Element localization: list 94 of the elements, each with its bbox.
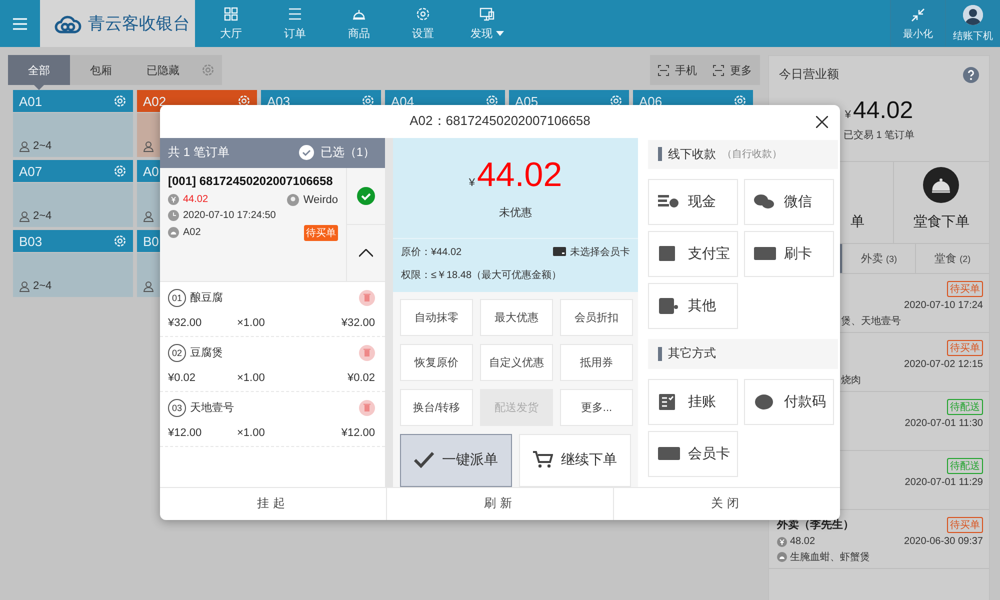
original-price: 原价：¥44.02 — [401, 246, 462, 258]
toolbar-button[interactable]: 手机 — [650, 55, 705, 85]
filter-tab[interactable]: 包厢 — [70, 55, 132, 85]
payment-method-button[interactable]: 微信 — [744, 179, 834, 225]
table-name: A02 — [143, 94, 166, 108]
order-card[interactable]: [001] 68172450202007106658 44.02 Weirdo 2020-07-10 17:24:50 A02 待买单 — [160, 168, 385, 282]
table-name: A01 — [19, 94, 42, 108]
dine-in-order-button[interactable]: 堂食下单 — [894, 162, 989, 243]
order-amount: 44.02 — [183, 194, 208, 205]
discount-button[interactable]: 自定义优惠 — [480, 344, 553, 380]
selected-count: 已选（1） — [320, 144, 375, 161]
payment-method-button[interactable]: 付款码 — [744, 378, 834, 424]
status-tag: 待买单 — [304, 224, 338, 240]
item-price: ¥32.00 — [168, 316, 203, 328]
minimize-button[interactable]: 最小化 — [890, 0, 945, 47]
order-time: 2020-06-30 09:37 — [904, 536, 983, 547]
order-time: 2020-07-10 17:24 — [904, 300, 983, 311]
footer-button[interactable]: 关闭 — [613, 488, 840, 520]
discount-button[interactable]: 自动抹零 — [400, 298, 473, 336]
panel-title: 今日营业额 — [779, 66, 839, 83]
item-name: 酿豆腐 — [190, 290, 223, 305]
toolbar-button[interactable]: 更多 — [705, 55, 760, 85]
payment-method-button[interactable]: 现金 — [648, 179, 738, 225]
nav-item[interactable]: 设置 — [391, 0, 455, 47]
section-header: 其它方式 — [648, 339, 838, 368]
item-quantity: ×1.00 — [237, 426, 266, 438]
dispatch-button[interactable]: 一键派单 — [400, 434, 512, 486]
table-capacity: 2~4 — [33, 140, 52, 152]
status-tag: 待配送 — [947, 458, 983, 474]
status-tag: 待配送 — [947, 399, 983, 415]
order-amount: 48.02 — [790, 536, 816, 547]
table-name: A02 — [183, 227, 201, 238]
currency-symbol: ¥ — [844, 109, 852, 121]
item-price: ¥0.02 — [168, 372, 197, 384]
discount-button[interactable]: 恢复原价 — [400, 344, 473, 380]
table-name: A07 — [19, 164, 42, 178]
table-name: B0 — [143, 234, 159, 248]
payment-method-button[interactable]: 会员卡 — [648, 430, 738, 476]
order-time: 2020-07-01 11:29 — [904, 477, 983, 488]
customer-name: Weirdo — [303, 194, 338, 206]
item-total: ¥0.02 — [346, 372, 375, 384]
payment-method-button[interactable]: 刷卡 — [744, 231, 834, 277]
discount-limit: 权限：≤￥18.48（最大可优惠金额） — [401, 268, 563, 282]
item-number: 02 — [168, 344, 186, 362]
payment-method-button[interactable]: 支付宝 — [648, 231, 738, 277]
filter-tab[interactable]: 已隐藏 — [132, 55, 194, 85]
section-header: 线下收款 （自行收款） — [648, 140, 838, 169]
member-card-link[interactable]: 未选择会员卡 — [570, 244, 630, 258]
order-time: 2020-07-01 11:30 — [904, 418, 983, 429]
continue-order-button[interactable]: 继续下单 — [519, 434, 631, 486]
dialog-title: A02：68172450202007106658 — [410, 112, 590, 130]
nav-item[interactable]: 订单 — [263, 0, 327, 47]
app-name: 青云客收银台 — [88, 13, 190, 35]
discount-button[interactable]: 更多... — [560, 388, 633, 426]
revenue-amount: 44.02 — [853, 97, 914, 125]
order-time: 2020-07-10 17:24:50 — [183, 210, 276, 220]
order-time: 2020-07-02 12:15 — [904, 359, 983, 370]
nav-item[interactable]: 大厅 — [199, 0, 263, 47]
status-tag: 待买单 — [947, 340, 983, 356]
order-items: 生腌血蚶、虾蟹煲 — [790, 550, 870, 564]
discount-note: 未优惠 — [499, 206, 532, 220]
nav-item[interactable]: 商品 — [327, 0, 391, 47]
order-summary: 共 1 笔订单 — [168, 144, 230, 161]
order-items: 煲、天地壹号 — [841, 314, 901, 328]
item-quantity: ×1.00 — [237, 316, 266, 328]
footer-button[interactable]: 刷新 — [386, 488, 613, 520]
payable-amount: 44.02 — [477, 156, 562, 194]
order-items: 烧肉 — [841, 374, 861, 387]
item-name: 豆腐煲 — [190, 346, 223, 360]
nav-item[interactable]: 发现 — [455, 0, 519, 47]
status-tag: 待买单 — [947, 281, 983, 297]
item-total: ¥32.00 — [340, 316, 375, 328]
discount-button[interactable]: 会员折扣 — [560, 298, 633, 336]
table-name: A0 — [143, 164, 159, 178]
item-quantity: ×1.00 — [237, 372, 266, 384]
table-capacity: 2~4 — [33, 210, 52, 222]
item-total: ¥12.00 — [340, 426, 375, 438]
footer-button[interactable]: 挂起 — [160, 488, 386, 520]
currency-symbol: ¥ — [468, 176, 476, 188]
status-tag: 待买单 — [947, 517, 983, 533]
item-number: 01 — [168, 288, 186, 306]
payment-method-button[interactable]: 其他 — [648, 283, 738, 329]
table-name: B03 — [19, 234, 42, 248]
item-price: ¥12.00 — [168, 426, 203, 438]
discount-button[interactable]: 最大优惠 — [480, 298, 553, 336]
discount-button[interactable]: 换台/转移 — [400, 388, 473, 426]
item-name: 天地壹号 — [190, 401, 234, 415]
table-capacity: 2~4 — [33, 280, 52, 292]
checkout-button[interactable]: 结账下机 — [945, 0, 1000, 47]
discount-button[interactable]: 抵用券 — [560, 344, 633, 380]
item-number: 03 — [168, 398, 186, 416]
order-count: 已交易 1 笔订单 — [843, 128, 915, 142]
payment-method-button[interactable]: 挂账 — [648, 378, 738, 424]
order-number: [001] 68172450202007106658 — [168, 174, 334, 188]
